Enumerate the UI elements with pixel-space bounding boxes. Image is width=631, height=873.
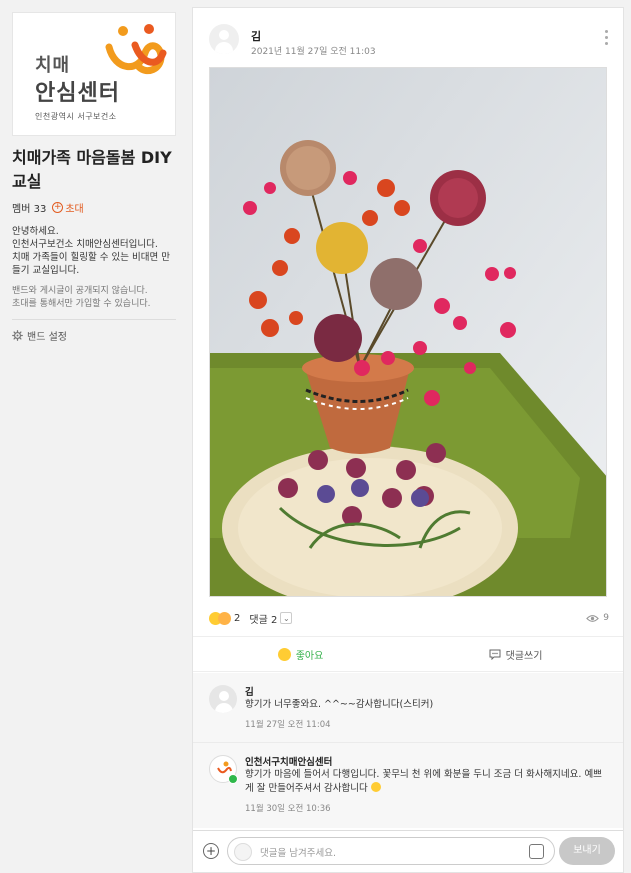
- verified-badge-icon: [228, 774, 238, 784]
- comment-date: 11월 30일 오전 10:36: [245, 804, 331, 814]
- hugging-emoji-icon[interactable]: [218, 611, 231, 625]
- commenter-name[interactable]: 김: [245, 684, 254, 698]
- band-cover-image[interactable]: 치매 안심센터 인천광역시 서구보건소: [12, 12, 176, 136]
- eye-icon: [586, 614, 600, 622]
- invite-label: 초대: [65, 204, 84, 215]
- post-card: 김 2021년 11월 27일 오전 11:03 2 댓글 2 ⌄ 9 좋아요 …: [192, 7, 624, 873]
- band-description: 안녕하세요. 인천서구보건소 치매안심센터입니다. 치매 가족들이 힐링할 수 …: [12, 226, 170, 276]
- member-row: 멤버 33 + 초대: [12, 200, 176, 215]
- like-button[interactable]: 좋아요: [193, 637, 408, 671]
- write-comment-label: 댓글쓰기: [505, 650, 543, 662]
- smile-emoji-icon: [277, 647, 291, 661]
- smile-emoji-icon: [370, 782, 381, 792]
- commenter-avatar[interactable]: [209, 685, 237, 713]
- dried-flower-pot-image: [210, 68, 606, 596]
- speech-bubble-icon: [489, 649, 501, 660]
- comment-date: 11월 27일 오전 11:04: [245, 720, 331, 730]
- more-options-icon[interactable]: [605, 30, 609, 48]
- center-logo-icon: [105, 24, 167, 75]
- cover-subtitle: 인천광역시 서구보건소: [35, 112, 117, 121]
- post-actions: 좋아요 댓글쓰기: [193, 636, 623, 672]
- post-photo[interactable]: [209, 67, 607, 597]
- write-comment-button[interactable]: 댓글쓰기: [408, 637, 623, 671]
- my-avatar: [234, 843, 252, 861]
- comment-text-body: 향기가 마음에 들어서 다행입니다. 꽃무늬 천 위에 화분을 두니 조금 더 …: [245, 769, 602, 794]
- comment-placeholder: 댓글을 남겨주세요.: [260, 848, 336, 859]
- commenter-name[interactable]: 인천서구치매안심센터: [245, 754, 332, 768]
- invite-button[interactable]: + 초대: [52, 200, 84, 215]
- view-count-group: 9: [586, 613, 609, 623]
- band-name[interactable]: 치매가족 마음돌봄 DIY 교실: [12, 146, 172, 194]
- gear-icon: [12, 330, 23, 341]
- comment-item: 인천서구치매안심센터 향기가 마음에 들어서 다행입니다. 꽃무늬 천 위에 화…: [193, 743, 623, 827]
- reaction-count[interactable]: 2: [234, 613, 240, 624]
- comment-text: 향기가 마음에 들어서 다행입니다. 꽃무늬 천 위에 화분을 두니 조금 더 …: [245, 768, 605, 796]
- privacy-notice: 밴드와 게시글이 공개되지 않습니다. 초대를 통해서만 가입할 수 있습니다.: [12, 286, 151, 309]
- post-date: 2021년 11월 27일 오전 11:03: [251, 47, 376, 57]
- post-header: 김 2021년 11월 27일 오전 11:03: [193, 8, 623, 64]
- band-settings-link[interactable]: 밴드 설정: [12, 328, 176, 343]
- send-button[interactable]: 보내기: [559, 837, 615, 865]
- sidebar-divider: [12, 319, 176, 320]
- post-author[interactable]: 김: [251, 28, 261, 44]
- comment-composer: + 댓글을 남겨주세요. 보내기: [193, 830, 623, 872]
- comment-input[interactable]: 댓글을 남겨주세요.: [227, 837, 555, 865]
- comment-count[interactable]: 댓글 2: [249, 611, 277, 626]
- comment-item: 김 향기가 너무좋와요. ^^~~감사합니다(스티커) 11월 27일 오전 1…: [193, 673, 623, 743]
- chevron-down-icon[interactable]: ⌄: [280, 612, 293, 624]
- sticker-icon[interactable]: [529, 844, 544, 859]
- plus-circle-icon: +: [52, 202, 64, 213]
- band-sidebar: 치매 안심센터 인천광역시 서구보건소 치매가족 마음돌봄 DIY 교실 멤버 …: [0, 0, 190, 873]
- cover-title-line1: 치매: [35, 55, 71, 76]
- comment-list: 김 향기가 너무좋와요. ^^~~감사합니다(스티커) 11월 27일 오전 1…: [193, 673, 623, 828]
- cover-title-line2: 안심센터: [35, 81, 120, 106]
- view-count: 9: [603, 613, 609, 623]
- author-avatar[interactable]: [209, 24, 239, 54]
- add-attachment-button[interactable]: +: [203, 843, 219, 859]
- reaction-bar: 2 댓글 2 ⌄ 9: [209, 608, 609, 628]
- center-avatar[interactable]: [209, 755, 238, 784]
- comment-text: 향기가 너무좋와요. ^^~~감사합니다(스티커): [245, 699, 434, 710]
- settings-label: 밴드 설정: [27, 332, 67, 343]
- member-count[interactable]: 멤버 33: [12, 200, 46, 215]
- like-label: 좋아요: [295, 650, 324, 662]
